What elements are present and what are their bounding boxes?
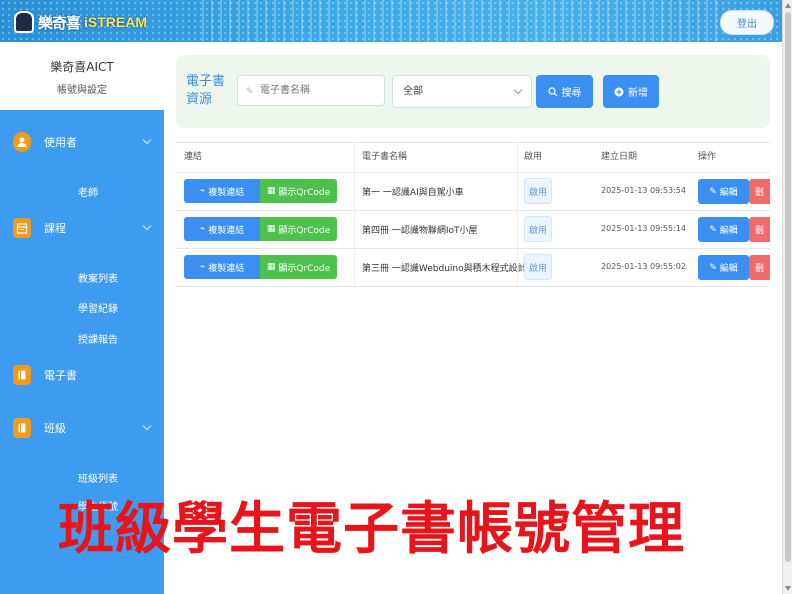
table-row: ⌁ 複製連結 ▦ 顯示QrCode 第三冊 一認識Webduino與積木程式設計 啟… [176,248,770,286]
created-date: 2025-01-13 09:55:14 [601,224,686,233]
sidebar-item-teacher[interactable]: 老師 [78,184,98,199]
sidebar-section-classes[interactable]: 班級 [0,410,164,446]
sidebar-section-label: 課程 [44,222,66,235]
add-ebook-button[interactable]: 新增 [603,75,659,108]
copy-link-button[interactable]: ⌁ 複製連結 [184,255,260,279]
status-badge[interactable]: 啟用 [524,216,552,242]
sidebar-item-learning-records[interactable]: 學習紀錄 [78,300,118,315]
column-header-name: 電子書名稱 [362,152,408,162]
copy-link-label: 複製連結 [208,263,245,274]
show-qrcode-label: 顯示QrCode [278,225,331,236]
sidebar-section-courses[interactable]: 課程 [0,210,164,246]
show-qrcode-button[interactable]: ▦ 顯示QrCode [260,179,337,203]
logo-text-main: 樂奇喜 [38,14,81,32]
sidebar-item-teaching-report[interactable]: 授課報告 [78,331,118,346]
search-icon [547,86,557,96]
copy-link-button[interactable]: ⌁ 複製連結 [184,217,260,241]
show-qrcode-button[interactable]: ▦ 顯示QrCode [260,217,337,241]
delete-button[interactable]: 刪 [749,217,770,242]
show-qrcode-label: 顯示QrCode [278,263,331,274]
copy-link-label: 複製連結 [208,225,245,236]
logo-text-accent: iSTREAM [84,14,148,30]
table-top-border [176,142,770,143]
top-header-bar: 樂奇喜 iSTREAM 登出 [0,0,782,42]
column-header-created: 建立日期 [601,152,638,162]
column-header-link: 連結 [184,152,203,162]
status-filter-select[interactable]: 全部 [392,75,532,108]
user-info-panel: 樂奇喜AICT 帳號與設定 [0,42,164,110]
search-button-label: 搜尋 [561,88,582,99]
link-icon: ⌁ [199,224,206,234]
pencil-icon: ✎ [246,87,254,97]
scroll-down-arrow-icon[interactable] [785,586,791,591]
sidebar-item-lesson-list[interactable]: 教案列表 [78,270,118,285]
chevron-down-icon [142,135,152,145]
sidebar-section-label: 班級 [44,422,66,435]
sidebar-section-ebooks[interactable]: 電子書 [0,357,164,393]
edit-label: 編輯 [719,188,738,198]
status-badge[interactable]: 啟用 [524,254,552,280]
sidebar-section-users[interactable]: 使用者 [0,124,164,160]
book-icon [13,365,31,385]
plus-circle-icon [614,87,624,96]
copy-link-label: 複製連結 [208,187,245,198]
ebook-name-search-input[interactable] [237,75,385,106]
table-row: ⌁ 複製連結 ▦ 顯示QrCode 第一 一認識AI與自駕小車 啟用 2025-01… [176,172,770,210]
qrcode-icon: ▦ [266,262,276,272]
table-row-divider [176,286,770,287]
sidebar-section-label: 使用者 [44,136,77,149]
ebook-name: 第四冊 一認識物聯網IoT小屋 [362,226,478,236]
qrcode-icon: ▦ [266,186,276,196]
link-icon: ⌁ [199,262,206,272]
search-button[interactable]: 搜尋 [536,75,593,108]
ebook-search-panel: 電子書資源 ✎ 全部 搜尋 新增 [176,55,770,128]
scrollbar-thumb[interactable] [785,12,791,562]
mascot-logo-icon [14,11,34,33]
show-qrcode-button[interactable]: ▦ 顯示QrCode [260,255,337,279]
sidebar-section-label: 電子書 [44,369,77,382]
created-date: 2025-01-13 09:53:54 [601,186,686,195]
table-row: ⌁ 複製連結 ▦ 顯示QrCode 第四冊 一認識物聯網IoT小屋 啟用 2025-… [176,210,770,248]
add-button-label: 新增 [628,88,648,99]
link-icon: ⌁ [199,186,206,196]
sidebar-item-class-list[interactable]: 班級列表 [78,470,118,485]
chevron-down-icon [513,85,523,95]
edit-button[interactable]: ✎ 編輯 [698,255,749,280]
edit-label: 編輯 [719,264,738,274]
vertical-scrollbar[interactable] [782,0,792,594]
chevron-down-icon [142,221,152,231]
delete-button[interactable]: 刪 [749,255,770,280]
scroll-up-arrow-icon[interactable] [785,3,791,8]
edit-icon: ✎ [709,186,717,197]
edit-button[interactable]: ✎ 編輯 [698,179,749,204]
copy-link-button[interactable]: ⌁ 複製連結 [184,179,260,203]
edit-label: 編輯 [719,226,738,236]
edit-icon: ✎ [709,262,717,273]
brand-logo[interactable]: 樂奇喜 iSTREAM [14,11,147,33]
created-date: 2025-01-13 09:55:02 [601,262,686,271]
page-caption-overlay: 班級學生電子書帳號管理 [58,497,685,562]
account-settings-link[interactable]: 帳號與設定 [0,81,164,96]
show-qrcode-label: 顯示QrCode [278,187,331,198]
column-header-actions: 操作 [698,152,717,162]
qrcode-icon: ▦ [266,224,276,234]
user-icon [13,132,31,152]
class-icon [13,418,31,438]
column-header-enabled: 啟用 [524,152,543,162]
ebook-name: 第三冊 一認識Webduino與積木程式設計 [362,264,527,274]
calendar-icon [13,218,31,238]
status-badge[interactable]: 啟用 [524,178,552,204]
panel-title: 電子書資源 [186,74,226,107]
org-name: 樂奇喜AICT [50,60,114,74]
logout-button[interactable]: 登出 [720,10,774,35]
chevron-down-icon [142,421,152,431]
ebook-name: 第一 一認識AI與自駕小車 [362,188,464,198]
header-stripe-pattern [202,0,722,42]
edit-icon: ✎ [709,224,717,235]
delete-button[interactable]: 刪 [749,179,770,204]
edit-button[interactable]: ✎ 編輯 [698,217,749,242]
select-value: 全部 [403,86,423,97]
